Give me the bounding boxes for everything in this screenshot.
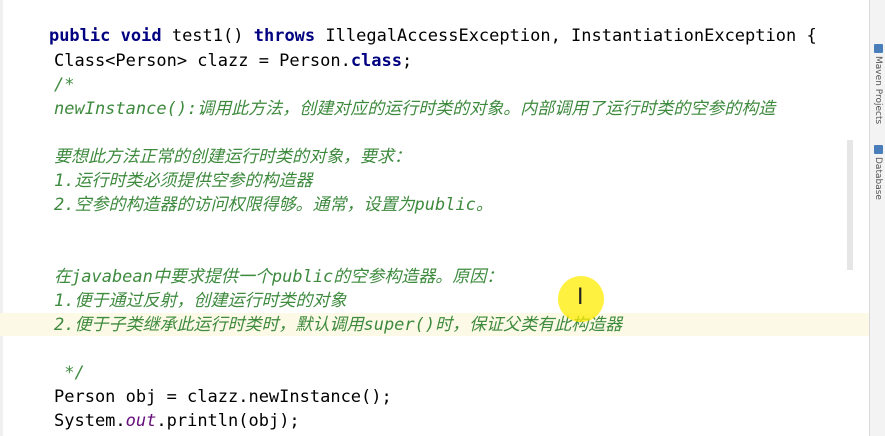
scroll-marker-strip[interactable]	[847, 140, 853, 270]
database-icon	[874, 145, 883, 154]
comment-line[interactable]: 要想此方法正常的创建运行时类的对象，要求：	[54, 146, 411, 169]
code-text: Class<Person> clazz = Person.	[54, 51, 351, 71]
comment-open[interactable]: /*	[54, 74, 74, 97]
code-tail: ;	[402, 51, 413, 71]
maven-icon	[874, 44, 883, 53]
editor-gutter	[0, 0, 3, 436]
tab-database[interactable]: Database	[872, 157, 884, 213]
code-line-println[interactable]: System.out.println(obj);	[54, 410, 300, 433]
text-cursor-icon: I	[577, 285, 584, 310]
comment-line[interactable]: 在javabean中要求提供一个public的空参构造器。原因：	[54, 266, 503, 289]
code-line-signature[interactable]: public void test1() throws IllegalAccess…	[8, 2, 817, 46]
code-line-newinstance[interactable]: Person obj = clazz.newInstance();	[54, 386, 392, 409]
field-out: out	[125, 411, 157, 431]
code-editor[interactable]: public void test1() throws IllegalAccess…	[0, 0, 870, 436]
keyword-public: public	[48, 26, 111, 46]
comment-line[interactable]: 2.便于子类继承此运行时类时，默认调用super()时，保证父类有此构造器	[54, 314, 622, 337]
keyword-void: void	[120, 26, 162, 46]
method-name: test1()	[171, 26, 244, 46]
code-line-clazz[interactable]: Class<Person> clazz = Person.class;	[54, 50, 412, 73]
code-text: .println(obj);	[156, 411, 300, 431]
exception-list: IllegalAccessException, InstantiationExc…	[325, 26, 817, 46]
right-tool-panel: Maven Projects Database	[869, 0, 885, 436]
comment-close[interactable]: */	[54, 362, 84, 385]
comment-line[interactable]: 1.运行时类必须提供空参的构造器	[54, 170, 312, 193]
comment-line[interactable]: 2.空参的构造器的访问权限得够。通常，设置为public。	[54, 194, 493, 217]
keyword-throws: throws	[253, 26, 316, 46]
comment-line[interactable]: newInstance():调用此方法，创建对应的运行时类的对象。内部调用了运行…	[54, 98, 775, 121]
comment-line[interactable]: 1.便于通过反射，创建运行时类的对象	[54, 290, 346, 313]
code-text: System.	[54, 411, 126, 431]
tab-maven-projects[interactable]: Maven Projects	[872, 56, 884, 126]
keyword-class: class	[350, 51, 402, 71]
